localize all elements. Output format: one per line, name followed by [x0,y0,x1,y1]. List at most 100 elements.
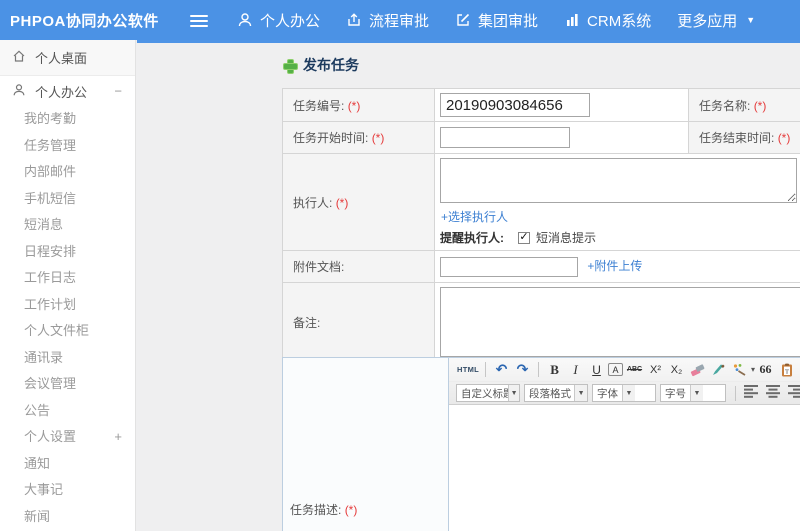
sidebar-item-notice[interactable]: 通知 [0,451,135,478]
task-form-table: 任务编号: (*) 任务名称: (*) 任务开始时间: (*) 任务结束时间: … [282,88,800,362]
sidebar-item-internal-mail[interactable]: 内部邮件 [0,159,135,186]
redo-button[interactable]: ↷ [513,361,532,379]
chevron-down-icon: ▼ [574,385,587,401]
chevron-down-icon[interactable]: ▾ [751,365,755,374]
sidebar-item-personal-office[interactable]: 个人办公 − [0,76,135,106]
select-value: 段落格式 [529,387,571,400]
top-nav: 个人办公 流程审批 集团审批 CRM系统 更多应用 ▼ [224,0,768,40]
start-time-label: 任务开始时间: [293,131,369,145]
paragraph-format-select[interactable]: 段落格式 ▼ [524,384,588,402]
align-center-icon[interactable] [766,385,782,401]
task-name-label: 任务名称: [699,98,751,113]
task-number-input[interactable] [440,93,590,117]
hamburger-menu-icon[interactable] [190,12,208,30]
task-description-table: 任务描述: (*) HTML ↶ ↷ B I U A ABC X² X₂ ▾ 6… [282,357,800,531]
strikethrough-button[interactable]: ABC [625,361,644,379]
sidebar-item-work-log[interactable]: 工作日志 [0,265,135,292]
process-approval-icon [346,12,362,28]
attachment-upload-link[interactable]: +附件上传 [587,259,642,273]
toolbar-separator [538,362,540,377]
sidebar-item-attendance[interactable]: 我的考勤 [0,106,135,133]
sidebar-item-label: 个人办公 [35,84,88,100]
table-row: 任务描述: (*) HTML ↶ ↷ B I U A ABC X² X₂ ▾ 6… [282,357,800,531]
attachment-input[interactable] [440,256,578,277]
remark-label: 备注: [293,315,321,330]
nav-label: 集团审批 [478,12,539,30]
underline-button[interactable]: U [587,361,606,379]
expand-icon[interactable]: + [114,424,122,451]
editor-content-area[interactable] [449,405,800,531]
remark-textarea[interactable] [440,287,800,357]
nav-item-crm[interactable]: CRM系统 [551,0,664,40]
bar-chart-icon [564,12,580,28]
sidebar-item-schedule[interactable]: 日程安排 [0,239,135,266]
italic-button[interactable]: I [566,361,585,379]
collapse-icon[interactable]: − [114,84,122,99]
heading-select[interactable]: 自定义标题 ▼ [456,384,520,402]
select-value: 字体 [597,387,618,400]
nav-label: CRM系统 [587,12,652,30]
page-title: 发布任务 [283,55,359,75]
font-family-select[interactable]: 字体 ▼ [592,384,656,402]
executor-textarea[interactable] [440,158,797,203]
font-size-select[interactable]: 字号 ▼ [660,384,726,402]
sidebar-item-file-cabinet[interactable]: 个人文件柜 [0,318,135,345]
sidebar-item-news[interactable]: 新闻 [0,504,135,531]
choose-executor-link[interactable]: +选择执行人 [441,208,800,225]
sidebar-item-task-management[interactable]: 任务管理 [0,133,135,160]
sidebar-item-meeting-management[interactable]: 会议管理 [0,371,135,398]
nav-item-process-approval[interactable]: 流程审批 [333,0,442,40]
rich-text-editor: HTML ↶ ↷ B I U A ABC X² X₂ ▾ 66 T 自定义标 ▼… [449,358,800,531]
sidebar-item-personal-desktop[interactable]: 个人桌面 [0,40,135,76]
nav-label: 更多应用 [677,12,738,30]
format-painter-icon[interactable] [709,361,728,379]
chevron-down-icon: ▼ [508,385,519,401]
font-style-button[interactable]: A [608,363,624,376]
table-row: 备注: [282,282,800,362]
sms-remind-label: 短消息提示 [536,231,597,245]
nav-item-more-apps[interactable]: 更多应用 ▼ [664,0,768,40]
sidebar-item-mobile-sms[interactable]: 手机短信 [0,186,135,213]
sidebar-item-work-plan[interactable]: 工作计划 [0,292,135,319]
superscript-button[interactable]: X² [646,361,665,379]
executor-label: 执行人: [293,195,333,210]
sidebar-item-announcement[interactable]: 公告 [0,398,135,425]
start-time-input[interactable] [440,127,570,148]
sms-remind-checkbox[interactable]: ✓ [518,231,530,244]
required-mark: (*) [347,98,361,113]
editor-toolbar-row-2: 自定义标题 ▼ 段落格式 ▼ 字体 ▼ [449,381,800,404]
task-description-label: 任务描述: [290,502,342,517]
nav-item-personal-office[interactable]: 个人办公 [224,0,333,40]
select-value: 字号 [665,387,686,400]
sidebar-item-memorabilia[interactable]: 大事记 [0,477,135,504]
editor-toolbar: HTML ↶ ↷ B I U A ABC X² X₂ ▾ 66 T 自定义标 ▼… [449,358,800,405]
table-row: 任务编号: (*) 任务名称: (*) [282,88,800,122]
svg-text:T: T [785,368,789,375]
paste-text-icon[interactable]: T [777,361,796,379]
sidebar-item-contacts[interactable]: 通讯录 [0,345,135,372]
spell-wand-icon[interactable] [730,361,749,379]
remind-executor-label: 提醒执行人: [440,231,504,245]
eraser-icon[interactable] [688,361,707,379]
required-mark: (*) [335,195,349,210]
top-navigation-bar: PHPOA协同办公软件 个人办公 流程审批 集团审批 CRM系统 更多应用 ▼ [0,0,800,40]
chevron-down-icon: ▼ [690,385,703,401]
end-time-label: 任务结束时间: [699,131,775,145]
table-row: 任务开始时间: (*) 任务结束时间: (*) [282,121,800,154]
html-source-button[interactable]: HTML [457,361,479,379]
nav-item-group-approval[interactable]: 集团审批 [442,0,551,40]
subscript-button[interactable]: X₂ [667,361,686,379]
table-row: 执行人: (*) +选择执行人 提醒执行人: ✓ 短消息提示 [282,153,800,251]
page-title-text: 发布任务 [303,57,359,73]
sidebar-item-personal-settings[interactable]: 个人设置 + [0,424,135,451]
sidebar-item-short-message[interactable]: 短消息 [0,212,135,239]
bold-button[interactable]: B [545,361,564,379]
align-left-icon[interactable] [744,385,760,401]
table-row: 附件文档: +附件上传 [282,250,800,283]
required-mark: (*) [753,98,767,113]
align-right-icon[interactable] [788,385,800,401]
editor-toolbar-row-1: HTML ↶ ↷ B I U A ABC X² X₂ ▾ 66 T [449,358,800,381]
blockquote-button[interactable]: 66 [756,361,775,379]
chevron-down-icon: ▼ [622,385,635,401]
undo-button[interactable]: ↶ [492,361,511,379]
